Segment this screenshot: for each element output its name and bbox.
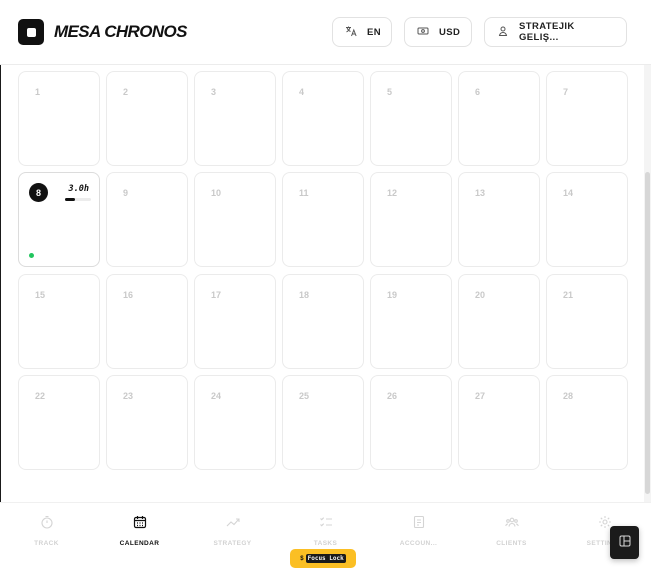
calendar-day[interactable]: 2 xyxy=(106,71,188,166)
day-number: 11 xyxy=(299,188,309,199)
calendar-day[interactable]: 1 xyxy=(18,71,100,166)
nav-item-calendar[interactable]: CALENDAR xyxy=(93,503,186,573)
calendar-day[interactable]: 22 xyxy=(18,374,100,470)
calendar-day[interactable]: 27 xyxy=(458,374,540,470)
calendar-day[interactable]: 13 xyxy=(458,172,540,268)
calendar-day[interactable]: 7 xyxy=(546,71,628,166)
calendar-day[interactable]: 5 xyxy=(370,71,452,166)
calendar-day[interactable]: 25 xyxy=(282,374,364,470)
day-number: 12 xyxy=(387,188,398,199)
day-number: 9 xyxy=(123,188,129,199)
people-icon xyxy=(504,515,519,534)
day-number: 18 xyxy=(299,289,310,300)
hours-progress-fill xyxy=(65,198,76,202)
nav-item-label: CLIENTS xyxy=(496,540,527,547)
hours-progress-bar xyxy=(65,198,91,202)
layout-panel-icon xyxy=(619,534,631,552)
day-number: 5 xyxy=(387,87,393,97)
focus-lock-label: Focus Lock xyxy=(305,554,346,563)
day-number: 16 xyxy=(123,289,134,300)
day-number: 17 xyxy=(211,289,222,300)
day-number: 10 xyxy=(211,188,222,199)
day-number-badge: 8 xyxy=(29,183,48,203)
calendar-day[interactable]: 18 xyxy=(282,273,364,369)
nav-item-label: TRACK xyxy=(34,540,59,547)
logged-hours: 3.0h xyxy=(68,184,89,195)
trend-icon xyxy=(226,515,240,534)
day-number: 4 xyxy=(299,87,305,97)
checklist-icon xyxy=(319,515,333,534)
day-number: 3 xyxy=(211,87,217,97)
day-number: 14 xyxy=(563,188,574,199)
brand-name: MESA CHRONOS xyxy=(54,22,188,41)
calendar-day[interactable]: 16 xyxy=(106,273,188,369)
nav-item-label: STRATEGY xyxy=(213,540,252,547)
calendar-day[interactable]: 11 xyxy=(282,172,364,268)
user-icon xyxy=(497,25,509,40)
nav-item-clients[interactable]: CLIENTS xyxy=(465,503,558,573)
calendar-day[interactable]: 26 xyxy=(370,374,452,470)
day-number: 20 xyxy=(475,289,486,300)
calendar-day[interactable]: 6 xyxy=(458,71,540,166)
calendar-day[interactable]: 14 xyxy=(546,172,628,268)
day-number: 6 xyxy=(475,87,481,97)
calendar-day[interactable]: 23 xyxy=(106,374,188,470)
calendar-day[interactable]: 15 xyxy=(18,273,100,369)
banknote-icon xyxy=(417,25,429,40)
calendar-day[interactable]: 17 xyxy=(194,273,276,369)
logo-icon xyxy=(18,19,44,45)
focus-lock-button[interactable]: $ Focus Lock xyxy=(290,549,356,568)
day-number: 21 xyxy=(563,289,574,300)
language-button[interactable]: EN xyxy=(332,17,392,47)
panel-toggle-button[interactable] xyxy=(610,526,639,559)
calendar-day[interactable]: 21 xyxy=(546,273,628,369)
stopwatch-icon xyxy=(40,515,54,534)
day-number: 2 xyxy=(123,87,129,97)
translate-icon xyxy=(345,25,357,40)
calendar-icon xyxy=(133,515,147,534)
ledger-icon xyxy=(412,515,426,534)
user-menu-button[interactable]: STRATEJIK GELIŞ... xyxy=(484,17,627,47)
status-dot xyxy=(29,253,34,259)
top-bar: MESA CHRONOS EN USD STRATEJIK GELIŞ... xyxy=(0,0,651,65)
nav-item-accoun[interactable]: ACCOUN... xyxy=(372,503,465,573)
language-label: EN xyxy=(367,26,381,38)
calendar-day[interactable]: 9 xyxy=(106,172,188,268)
day-number: 1 xyxy=(35,87,41,97)
day-number: 28 xyxy=(563,390,574,401)
day-number: 22 xyxy=(35,390,46,401)
day-number: 27 xyxy=(475,390,486,401)
day-number: 19 xyxy=(387,289,398,300)
day-number: 7 xyxy=(563,87,569,97)
focus-lock-prefix: $ xyxy=(300,555,304,562)
calendar-day[interactable]: 3 xyxy=(194,71,276,166)
calendar-day[interactable]: 24 xyxy=(194,374,276,470)
day-number: 24 xyxy=(211,390,222,401)
day-number: 23 xyxy=(123,390,134,401)
calendar-day[interactable]: 12 xyxy=(370,172,452,268)
calendar-day[interactable]: 8 3.0h xyxy=(18,172,100,268)
nav-item-strategy[interactable]: STRATEGY xyxy=(186,503,279,573)
nav-item-label: CALENDAR xyxy=(119,540,160,547)
calendar-day[interactable]: 19 xyxy=(370,273,452,369)
calendar-day[interactable]: 4 xyxy=(282,71,364,166)
calendar-day[interactable]: 28 xyxy=(546,374,628,470)
calendar-day[interactable]: 20 xyxy=(458,273,540,369)
nav-item-track[interactable]: TRACK xyxy=(0,503,93,573)
day-number: 25 xyxy=(299,390,310,401)
day-number: 15 xyxy=(35,289,46,300)
day-number: 26 xyxy=(387,390,398,401)
nav-item-label: ACCOUN... xyxy=(399,540,438,547)
scrollbar-thumb[interactable] xyxy=(645,172,650,494)
calendar-day[interactable]: 10 xyxy=(194,172,276,268)
user-label: STRATEJIK GELIŞ... xyxy=(519,21,575,43)
currency-button[interactable]: USD xyxy=(404,17,472,47)
day-number: 13 xyxy=(475,188,486,199)
nav-item-label: TASKS xyxy=(313,540,338,547)
calendar-grid: 1 2 3 4 5 6 7 8 3.0h 9 10 11 12 13 14 15 16 17 18 19 20 21 22 2… xyxy=(18,71,628,470)
currency-label: USD xyxy=(439,26,461,38)
